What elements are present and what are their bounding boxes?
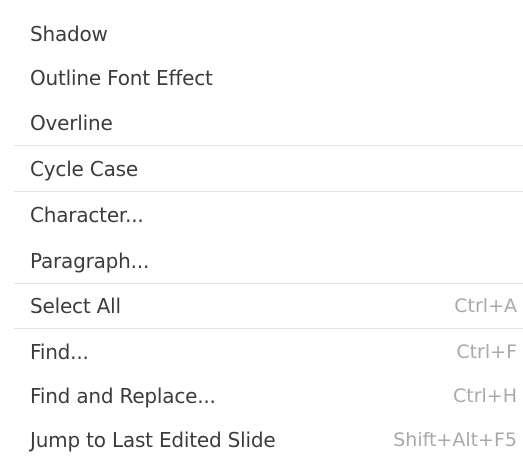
- menu-item-shortcut: Ctrl+A: [454, 295, 517, 317]
- menu-item-shortcut: Shift+Alt+F5: [393, 429, 517, 451]
- menu-item-find[interactable]: Find... Ctrl+F: [0, 330, 523, 374]
- context-menu: Shadow Outline Font Effect Overline Cycl…: [0, 0, 523, 460]
- menu-item-label: Paragraph...: [30, 249, 150, 273]
- menu-separator: [14, 328, 523, 329]
- menu-item-jump-to-last-edited-slide[interactable]: Jump to Last Edited Slide Shift+Alt+F5: [0, 418, 523, 462]
- menu-item-overline[interactable]: Overline: [0, 101, 523, 145]
- menu-item-label: Shadow: [30, 22, 108, 46]
- menu-item-select-all[interactable]: Select All Ctrl+A: [0, 284, 523, 328]
- menu-item-shadow[interactable]: Shadow: [0, 12, 523, 56]
- menu-item-find-and-replace[interactable]: Find and Replace... Ctrl+H: [0, 374, 523, 418]
- menu-item-label: Select All: [30, 294, 121, 318]
- menu-item-outline-font-effect[interactable]: Outline Font Effect: [0, 56, 523, 100]
- menu-item-cycle-case[interactable]: Cycle Case: [0, 147, 523, 191]
- menu-item-shortcut: Ctrl+F: [456, 341, 517, 363]
- menu-item-label: Overline: [30, 111, 113, 135]
- menu-item-shortcut: Ctrl+H: [452, 385, 517, 407]
- menu-item-label: Find and Replace...: [30, 384, 216, 408]
- menu-separator: [14, 145, 523, 146]
- menu-item-character[interactable]: Character...: [0, 193, 523, 237]
- menu-item-label: Character...: [30, 203, 144, 227]
- menu-item-label: Jump to Last Edited Slide: [30, 428, 276, 452]
- menu-separator: [14, 191, 523, 192]
- menu-item-paragraph[interactable]: Paragraph...: [0, 239, 523, 283]
- menu-item-label: Cycle Case: [30, 157, 138, 181]
- menu-item-label: Find...: [30, 340, 89, 364]
- menu-item-label: Outline Font Effect: [30, 66, 213, 90]
